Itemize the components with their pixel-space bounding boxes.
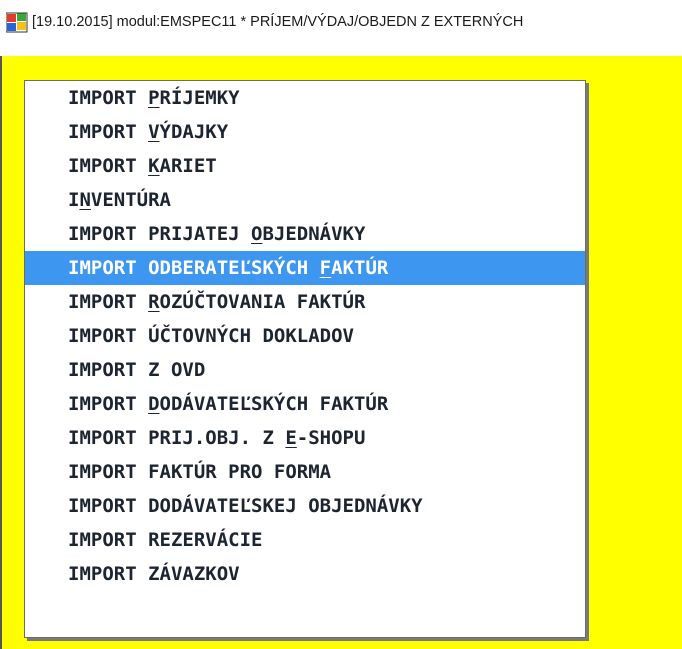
menu-item-hotkey: D: [148, 393, 160, 415]
menu-item-label: IMPORT: [68, 155, 149, 177]
menu-item-import-rozuctovania-faktur[interactable]: IMPORT ROZÚČTOVANIA FAKTÚR: [25, 285, 585, 319]
menu-item-hotkey: N: [79, 189, 91, 211]
menu-item-label: IMPORT ZÁVAZKOV: [68, 563, 240, 585]
menu-item-label: IMPORT ÚČTOVNÝCH DOKLADOV: [68, 325, 354, 347]
menu-item-import-z-ovd[interactable]: IMPORT Z OVD: [25, 353, 585, 387]
menu-item-import-rezervacie[interactable]: IMPORT REZERVÁCIE: [25, 523, 585, 557]
menu-item-hotkey: O: [251, 223, 263, 245]
menu-item-label: IMPORT PRIJ.OBJ. Z: [68, 427, 286, 449]
menu-item-label-rest: ODÁVATEĽSKÝCH FAKTÚR: [159, 393, 389, 415]
menu-item-label: IMPORT PRIJATEJ: [68, 223, 252, 245]
menu-item-label: IMPORT: [68, 121, 149, 143]
menu-item-label: IMPORT DODÁVATEĽSKEJ OBJEDNÁVKY: [68, 495, 423, 517]
menu-item-hotkey: F: [319, 257, 332, 279]
menu-item-import-prij-obj-z-e-shopu[interactable]: IMPORT PRIJ.OBJ. Z E-SHOPU: [25, 421, 585, 455]
menu-item-label: IMPORT REZERVÁCIE: [68, 529, 263, 551]
menu-item-label: IMPORT FAKTÚR PRO FORMA: [68, 461, 332, 483]
menu-item-import-dodavatelskych-faktur[interactable]: IMPORT DODÁVATEĽSKÝCH FAKTÚR: [25, 387, 585, 421]
menu-item-hotkey: R: [148, 291, 160, 313]
import-menu: IMPORT PRÍJEMKY IMPORT VÝDAJKY IMPORT KARI…: [25, 81, 585, 591]
menu-item-import-dodavatelskej-objednavky[interactable]: IMPORT DODÁVATEĽSKEJ OBJEDNÁVKY: [25, 489, 585, 523]
menu-item-import-kariet[interactable]: IMPORT KARIET: [25, 149, 585, 183]
menu-item-hotkey: K: [148, 155, 160, 177]
menu-item-import-odberatelskych-faktur[interactable]: IMPORT ODBERATEĽSKÝCH FAKTÚR: [25, 251, 585, 285]
menu-item-label: IMPORT: [68, 393, 149, 415]
menu-item-inventura[interactable]: INVENTÚRA: [25, 183, 585, 217]
menu-item-hotkey: P: [148, 87, 160, 109]
menu-item-import-vydajky[interactable]: IMPORT VÝDAJKY: [25, 115, 585, 149]
menu-item-hotkey: E: [285, 427, 297, 449]
menu-item-label-rest: OZÚČTOVANIA FAKTÚR: [159, 291, 366, 313]
title-bar[interactable]: [19.10.2015] modul:EMSPEC11 * PRÍJEM/VÝD…: [0, 0, 682, 44]
menu-item-hotkey: V: [148, 121, 160, 143]
menu-item-label-rest: VENTÚRA: [90, 189, 171, 211]
menu-item-import-uctovnych-dokladov[interactable]: IMPORT ÚČTOVNÝCH DOKLADOV: [25, 319, 585, 353]
menu-item-import-zavazkov[interactable]: IMPORT ZÁVAZKOV: [25, 557, 585, 591]
menu-item-label-rest: ARIET: [159, 155, 217, 177]
import-menu-panel: IMPORT PRÍJEMKY IMPORT VÝDAJKY IMPORT KARI…: [24, 80, 586, 638]
app-window: [19.10.2015] modul:EMSPEC11 * PRÍJEM/VÝD…: [0, 0, 682, 649]
window-title: [19.10.2015] modul:EMSPEC11 * PRÍJEM/VÝD…: [32, 14, 524, 30]
menu-item-label: IMPORT: [68, 87, 149, 109]
menu-item-label-rest: AKTÚR: [331, 257, 389, 279]
menu-item-label-rest: RÍJEMKY: [159, 87, 240, 109]
menu-item-import-faktur-pro-forma[interactable]: IMPORT FAKTÚR PRO FORMA: [25, 455, 585, 489]
menu-item-label: IMPORT ODBERATEĽSKÝCH: [68, 257, 320, 279]
menu-item-label-rest: -SHOPU: [296, 427, 366, 449]
menu-item-label: IMPORT: [68, 291, 149, 313]
app-icon[interactable]: [6, 11, 28, 33]
menu-item-import-prijatej-objednavky[interactable]: IMPORT PRIJATEJ OBJEDNÁVKY: [25, 217, 585, 251]
menu-item-label: IMPORT Z OVD: [68, 359, 206, 381]
menu-item-import-prijemky[interactable]: IMPORT PRÍJEMKY: [25, 81, 585, 115]
menu-item-label-rest: BJEDNÁVKY: [262, 223, 366, 245]
menu-item-label-rest: ÝDAJKY: [159, 121, 229, 143]
menu-item-label: I: [68, 189, 80, 211]
